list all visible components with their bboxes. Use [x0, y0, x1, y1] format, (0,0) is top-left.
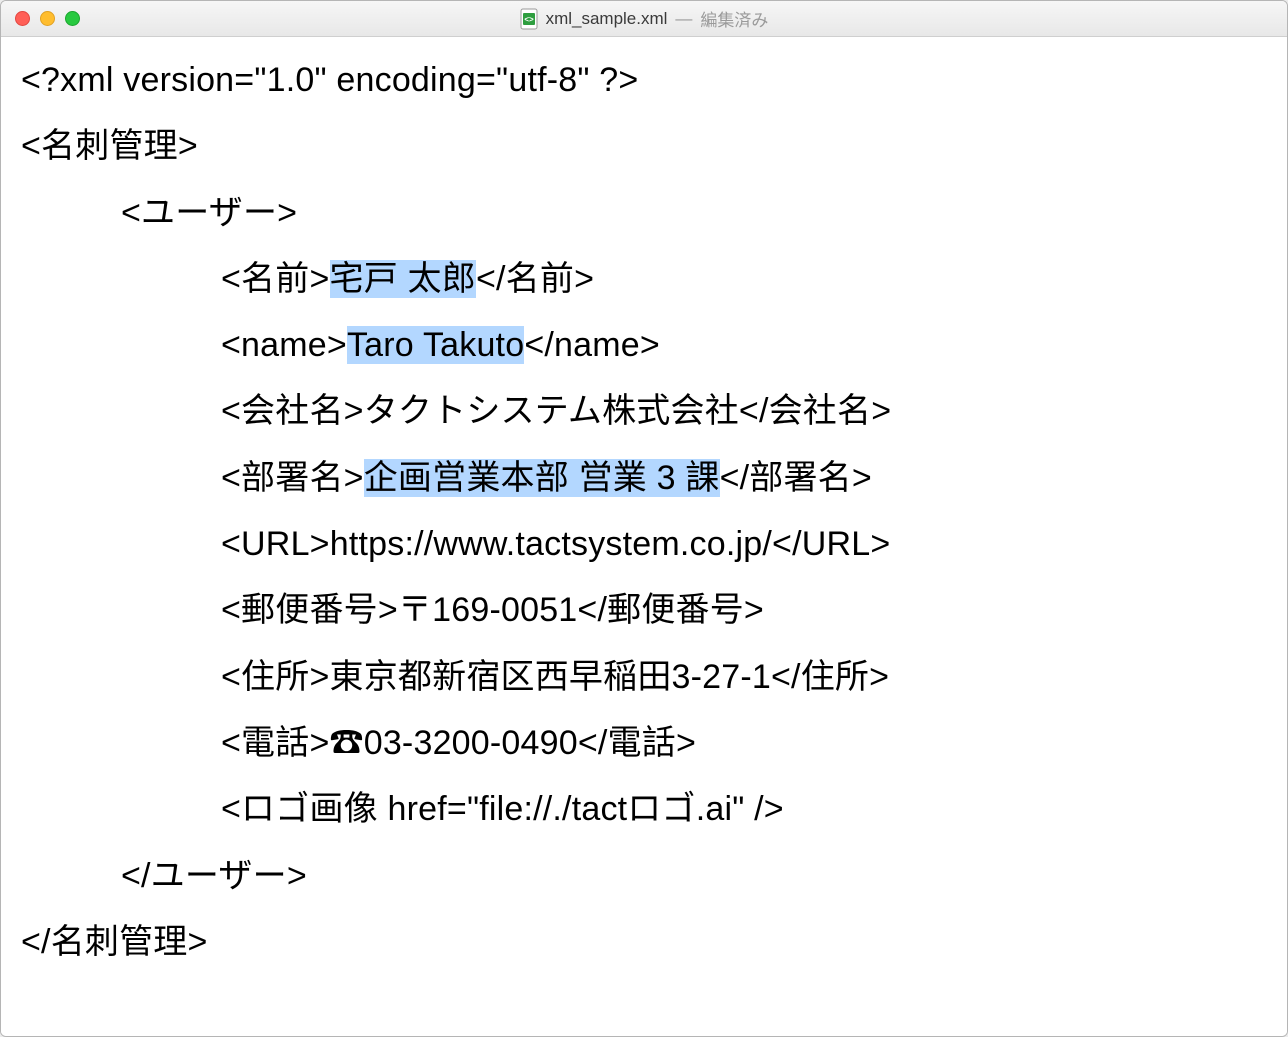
addr-close: </住所>: [771, 658, 889, 696]
name-en-close: </name>: [524, 326, 660, 364]
root-open-tag: <名刺管理>: [21, 127, 198, 165]
name-en-open: <name>: [221, 326, 347, 364]
title-separator: —: [675, 9, 692, 29]
url-close: </URL>: [772, 525, 890, 563]
company-open: <会社名>: [221, 392, 364, 430]
root-close-tag: </名刺管理>: [21, 923, 208, 961]
name-jp-close: </名前>: [476, 260, 594, 298]
minimize-icon[interactable]: [40, 11, 55, 26]
company-close: </会社名>: [739, 392, 891, 430]
postal-value: 〒169-0051: [398, 591, 578, 629]
user-close-tag: </ユーザー>: [121, 857, 307, 895]
window-controls: [1, 11, 80, 26]
name-jp-value: 宅戸 太郎: [330, 260, 476, 298]
window-title: <> xml_sample.xml — 編集済み: [1, 6, 1287, 31]
edited-status-label: 編集済み: [700, 6, 768, 31]
close-icon[interactable]: [15, 11, 30, 26]
company-value: タクトシステム株式会社: [364, 392, 739, 430]
addr-value: 東京都新宿区西早稲田3-27-1: [330, 658, 771, 696]
logo-tag: <ロゴ画像 href="file://./tactロゴ.ai" />: [221, 790, 784, 828]
titlebar[interactable]: <> xml_sample.xml — 編集済み: [1, 1, 1287, 37]
url-value: https://www.tactsystem.co.jp/: [330, 525, 772, 563]
user-open-tag: <ユーザー>: [121, 194, 297, 232]
filename-label: xml_sample.xml: [546, 9, 668, 29]
addr-open: <住所>: [221, 658, 330, 696]
editor-window: <> xml_sample.xml — 編集済み <?xml version="…: [0, 0, 1288, 1037]
url-open: <URL>: [221, 525, 330, 563]
name-jp-open: <名前>: [221, 260, 330, 298]
name-en-value: Taro Takuto: [347, 326, 524, 364]
dept-open: <部署名>: [221, 459, 364, 497]
svg-text:<>: <>: [524, 15, 534, 24]
dept-value: 企画営業本部 営業 3 課: [364, 459, 720, 497]
tel-open: <電話>: [221, 724, 330, 762]
file-icon: <>: [520, 8, 538, 30]
xml-declaration: <?xml version="1.0" encoding="utf-8" ?>: [21, 61, 638, 99]
editor-content[interactable]: <?xml version="1.0" encoding="utf-8" ?> <…: [1, 37, 1287, 1036]
postal-open: <郵便番号>: [221, 591, 398, 629]
maximize-icon[interactable]: [65, 11, 80, 26]
tel-value: ☎03-3200-0490: [330, 724, 578, 762]
postal-close: </郵便番号>: [577, 591, 764, 629]
dept-close: </部署名>: [720, 459, 872, 497]
tel-close: </電話>: [578, 724, 696, 762]
